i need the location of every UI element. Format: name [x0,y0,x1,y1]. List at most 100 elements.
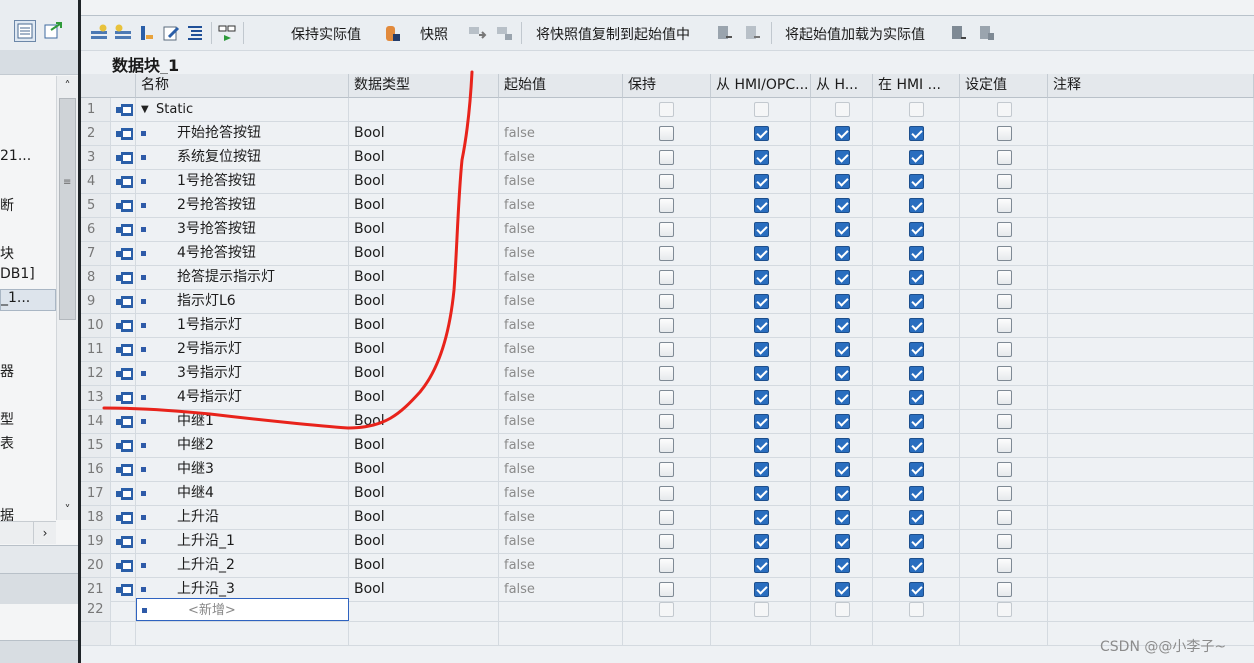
name-cell[interactable]: 上升沿 [136,506,349,529]
name-cell[interactable]: 上升沿_2 [136,554,349,577]
load-actual-icon[interactable] [949,23,969,43]
retain-cell[interactable] [623,170,711,193]
hmi-opc-cell[interactable] [711,146,811,169]
detail-view-button[interactable] [14,20,36,42]
setpoint-cell[interactable] [960,242,1048,265]
hmi-visible-checkbox[interactable] [909,534,924,549]
snapshot-button[interactable]: 快照 [420,24,448,44]
type-cell[interactable]: Bool [349,386,499,409]
hmi-opc-cell[interactable] [711,98,811,121]
comment-cell[interactable] [1048,386,1254,409]
start-value-cell[interactable]: false [499,290,623,313]
setpoint-checkbox[interactable] [997,558,1012,573]
new-name-input[interactable]: <新增> [136,598,349,621]
hmi-visible-checkbox[interactable] [909,510,924,525]
setpoint-checkbox[interactable] [997,198,1012,213]
tree-item[interactable]: DB1] [0,266,56,282]
retain-checkbox[interactable] [659,414,674,429]
hmi-write-checkbox[interactable] [835,486,850,501]
hmi-visible-cell[interactable] [873,98,960,121]
setpoint-cell[interactable] [960,170,1048,193]
hmi-opc-checkbox[interactable] [754,462,769,477]
hmi-opc-cell[interactable] [711,598,811,621]
setpoint-cell[interactable] [960,98,1048,121]
type-cell[interactable]: Bool [349,458,499,481]
type-cell[interactable]: Bool [349,362,499,385]
type-cell[interactable]: Bool [349,338,499,361]
hmi-write-cell[interactable] [811,410,873,433]
hmi-opc-cell[interactable] [711,242,811,265]
setpoint-checkbox[interactable] [997,534,1012,549]
name-cell[interactable]: 4号指示灯 [136,386,349,409]
hmi-visible-cell[interactable] [873,410,960,433]
hmi-opc-cell[interactable] [711,458,811,481]
retain-cell[interactable] [623,218,711,241]
start-value-cell[interactable]: false [499,554,623,577]
setpoint-cell[interactable] [960,434,1048,457]
copy-start-icon[interactable] [715,23,735,43]
hmi-opc-cell[interactable] [711,530,811,553]
start-value-cell[interactable]: false [499,530,623,553]
hmi-visible-checkbox[interactable] [909,294,924,309]
setpoint-checkbox[interactable] [997,222,1012,237]
table-row[interactable]: 4 1号抢答按钮 Bool false [81,170,1254,194]
comment-cell[interactable] [1048,530,1254,553]
setpoint-cell[interactable] [960,338,1048,361]
type-cell[interactable]: Bool [349,554,499,577]
hmi-opc-cell[interactable] [711,170,811,193]
type-cell[interactable]: Bool [349,194,499,217]
hmi-visible-checkbox[interactable] [909,198,924,213]
retain-cell[interactable] [623,598,711,621]
setpoint-cell[interactable] [960,290,1048,313]
hmi-write-checkbox[interactable] [835,390,850,405]
comment-cell[interactable] [1048,98,1254,121]
hmi-write-cell[interactable] [811,266,873,289]
type-cell[interactable]: Bool [349,434,499,457]
hmi-visible-checkbox[interactable] [909,462,924,477]
tree-item[interactable]: 21... [0,148,56,164]
table-row-new[interactable]: 22 <新增> [81,598,1254,622]
hmi-opc-checkbox[interactable] [754,342,769,357]
start-value-cell[interactable]: false [499,338,623,361]
retain-checkbox[interactable] [659,534,674,549]
setpoint-checkbox[interactable] [997,318,1012,333]
export-icon[interactable] [42,20,64,42]
name-cell[interactable]: 中继2 [136,434,349,457]
hmi-opc-checkbox[interactable] [754,126,769,141]
hmi-opc-checkbox[interactable] [754,222,769,237]
copy-snapshot-to-start-button[interactable]: 将快照值复制到起始值中 [536,24,690,44]
name-cell[interactable]: 指示灯L6 [136,290,349,313]
hmi-write-cell[interactable] [811,338,873,361]
type-cell[interactable] [349,598,499,621]
name-cell[interactable]: 中继4 [136,482,349,505]
retain-checkbox[interactable] [659,318,674,333]
hmi-visible-checkbox[interactable] [909,318,924,333]
hmi-opc-checkbox[interactable] [754,294,769,309]
table-row[interactable]: 19 上升沿_1 Bool false [81,530,1254,554]
retain-checkbox[interactable] [659,198,674,213]
setpoint-cell[interactable] [960,386,1048,409]
hmi-write-checkbox[interactable] [835,462,850,477]
hmi-visible-cell[interactable] [873,242,960,265]
hmi-write-checkbox[interactable] [835,558,850,573]
comment-cell[interactable] [1048,170,1254,193]
column-header-hmi-write[interactable]: 从 H... [811,74,873,98]
hmi-write-checkbox[interactable] [835,270,850,285]
comment-cell[interactable] [1048,314,1254,337]
name-cell[interactable]: 抢答提示指示灯 [136,266,349,289]
hmi-opc-cell[interactable] [711,554,811,577]
hmi-opc-checkbox[interactable] [754,174,769,189]
hmi-opc-checkbox[interactable] [754,582,769,597]
hmi-write-cell[interactable] [811,314,873,337]
retain-checkbox[interactable] [659,174,674,189]
monitor-icon[interactable] [217,23,237,43]
setpoint-checkbox[interactable] [997,602,1012,617]
hmi-visible-checkbox[interactable] [909,150,924,165]
tree-item[interactable]: 断 [0,195,56,215]
retain-checkbox[interactable] [659,342,674,357]
hmi-visible-cell[interactable] [873,506,960,529]
tree-item[interactable]: 型 [0,409,56,429]
table-row-static[interactable]: 1 ▼ Static [81,98,1254,122]
hmi-opc-checkbox[interactable] [754,270,769,285]
comment-cell[interactable] [1048,194,1254,217]
